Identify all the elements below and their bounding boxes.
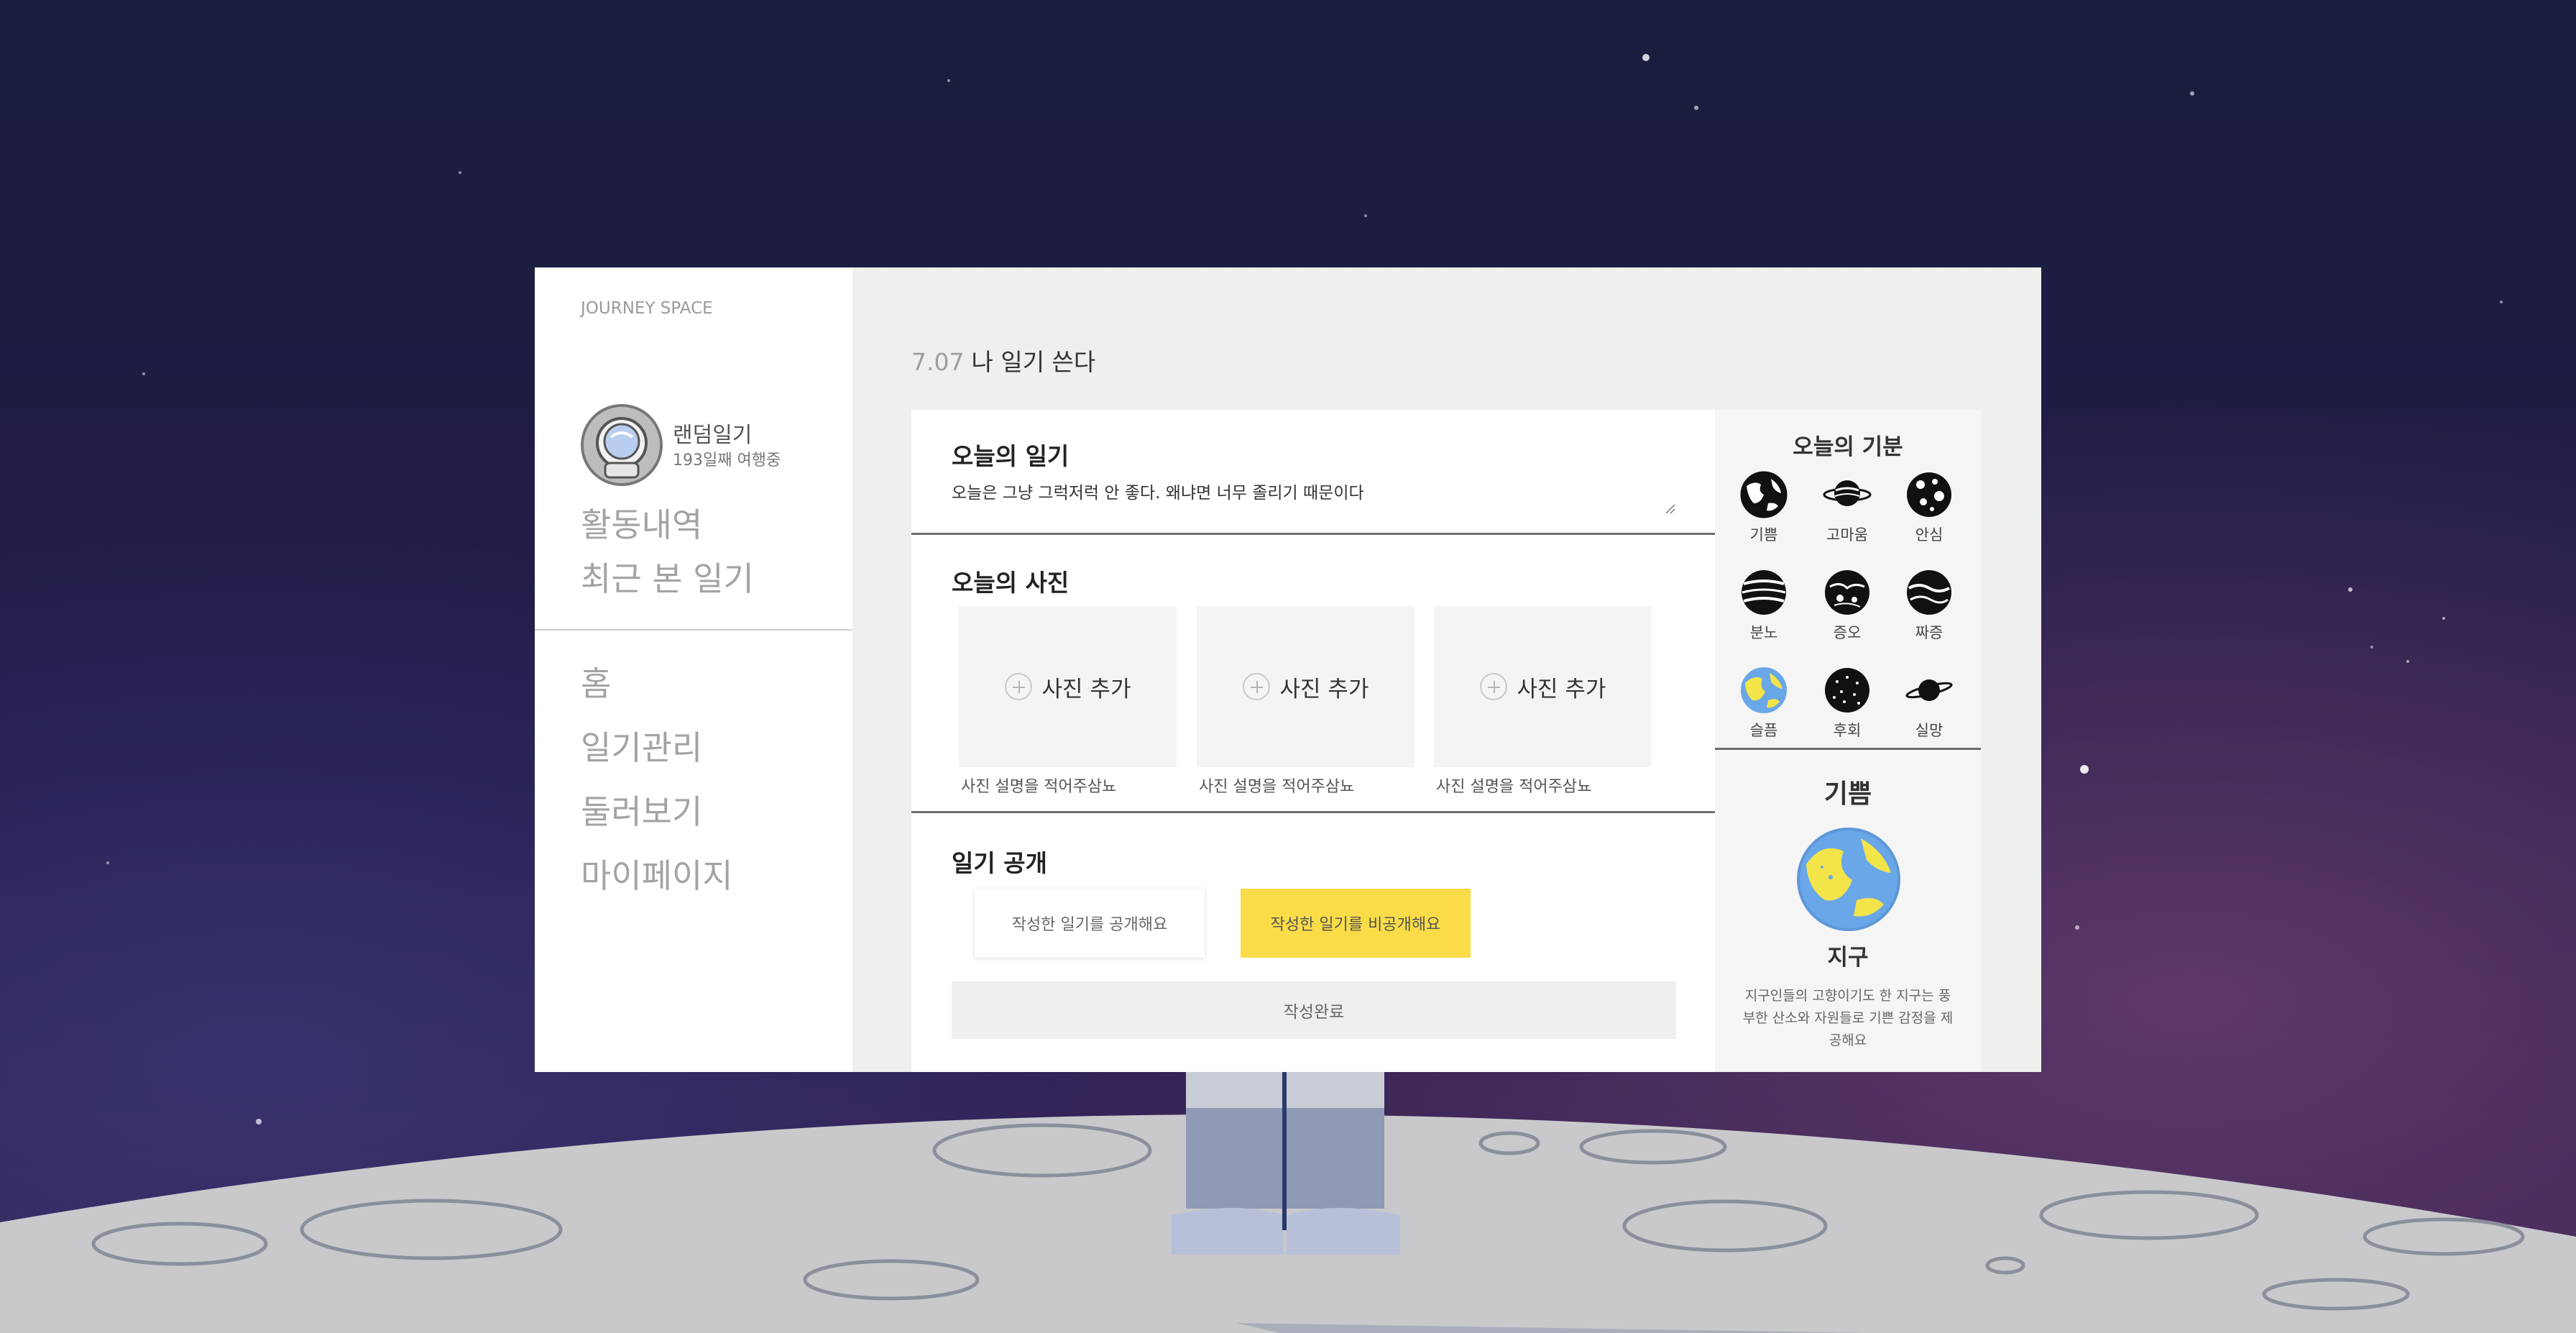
photo-section-title: 오늘의 사진: [952, 569, 1070, 597]
mood-label: 안심: [1915, 526, 1944, 544]
astronaut-legs: [1172, 1072, 1400, 1255]
photo-caption-input[interactable]: 사진 설명을 적어주삼뇨: [1436, 774, 1591, 797]
diary-textarea[interactable]: 오늘은 그냥 그럭저럭 안 좋다. 왜냐면 너무 졸리기 때문이다: [952, 479, 1678, 522]
photo-caption-input[interactable]: 사진 설명을 적어주삼뇨: [1199, 774, 1354, 797]
visibility-section-title: 일기 공개: [952, 849, 1047, 877]
diary-editor: 오늘의 일기 오늘은 그냥 그럭저럭 안 좋다. 왜냐면 너무 졸리기 때문이다…: [911, 410, 1715, 1072]
mood-label: 실망: [1915, 722, 1944, 739]
planet-saturn-icon: [1905, 679, 1953, 701]
photo-add-label: 사진 추가: [1041, 676, 1131, 702]
resize-grip-icon[interactable]: [1665, 503, 1676, 515]
mood-anger[interactable]: 분노: [1728, 568, 1800, 647]
plus-icon: [1242, 673, 1270, 700]
plus-icon: [1479, 673, 1507, 700]
mood-panel: 오늘의 기분 기쁨 고마움 안심 분노 증오 짜증 슬픔 후회 실망 기쁨 지구…: [1715, 410, 1981, 1072]
photo-caption-input[interactable]: 사진 설명을 적어주삼뇨: [961, 774, 1116, 797]
photo-add-label: 사진 추가: [1279, 676, 1369, 702]
sidebar-item-mypage[interactable]: 마이페이지: [581, 850, 733, 897]
planet-earth-large-icon: [1797, 828, 1900, 931]
planet-striped-icon: [1742, 570, 1786, 615]
selected-planet-name: 지구: [1827, 945, 1869, 971]
sidebar-item-diary-manage[interactable]: 일기관리: [581, 722, 702, 769]
mood-label: 후회: [1833, 722, 1862, 739]
selected-planet-description: 지구인들의 고향이기도 한 지구는 풍부한 산소와 자원들로 기쁜 감정을 제공…: [1742, 988, 1954, 1048]
sidebar: JOURNEY SPACE 랜덤일기 193일째 여행중 활동내역 최근 본 일…: [535, 267, 852, 1072]
mood-label: 고마움: [1826, 526, 1868, 544]
avatar[interactable]: [581, 404, 663, 486]
mood-sadness[interactable]: 슬픔: [1728, 666, 1800, 745]
sidebar-item-activity[interactable]: 활동내역: [581, 499, 702, 546]
page-date: 7.07: [911, 348, 965, 376]
profile-name: 랜덤일기: [673, 423, 753, 448]
mood-label: 짜증: [1915, 624, 1944, 641]
section-divider: [911, 811, 1715, 813]
private-button[interactable]: 작성한 일기를 비공개해요: [1241, 889, 1471, 958]
mood-label: 슬픔: [1749, 722, 1778, 739]
profile-days: 193일째 여행중: [673, 452, 781, 469]
photo-add-button[interactable]: 사진 추가: [959, 606, 1177, 767]
sidebar-item-home[interactable]: 홈: [581, 658, 611, 705]
mood-hatred[interactable]: 증오: [1811, 568, 1883, 647]
app-window: JOURNEY SPACE 랜덤일기 193일째 여행중 활동내역 최근 본 일…: [535, 267, 2041, 1072]
sidebar-divider: [535, 629, 852, 631]
planet-wavy-icon: [1907, 570, 1951, 615]
public-button[interactable]: 작성한 일기를 공개해요: [975, 889, 1205, 958]
mood-label: 기쁨: [1749, 526, 1778, 544]
page-title: 7.07 나 일기 쓴다: [911, 343, 1095, 377]
mood-disappointment[interactable]: 실망: [1893, 666, 1965, 745]
mood-title: 오늘의 기분: [1793, 434, 1903, 460]
mood-relief[interactable]: 안심: [1893, 470, 1965, 549]
photo-add-button[interactable]: 사진 추가: [1434, 606, 1652, 767]
photo-add-label: 사진 추가: [1517, 676, 1606, 702]
brand-logo[interactable]: JOURNEY SPACE: [581, 299, 713, 318]
planet-ringed-icon: [1823, 480, 1872, 506]
submit-button[interactable]: 작성완료: [952, 981, 1676, 1039]
astronaut-helmet-icon: [584, 407, 660, 483]
mood-regret[interactable]: 후회: [1811, 666, 1883, 745]
diary-section-title: 오늘의 일기: [952, 442, 1070, 470]
mood-joy[interactable]: 기쁨: [1728, 470, 1800, 549]
planet-earth-icon: [1740, 471, 1788, 518]
mood-irritation[interactable]: 짜증: [1893, 568, 1965, 647]
page-title-text: 나 일기 쓴다: [971, 348, 1096, 376]
selected-emotion-title: 기쁨: [1823, 779, 1872, 809]
mood-label: 분노: [1749, 624, 1778, 641]
mood-label: 증오: [1833, 624, 1862, 641]
planet-earth-color-icon: [1741, 667, 1787, 713]
sidebar-item-explore[interactable]: 둘러보기: [581, 786, 702, 833]
planet-cratered-icon: [1825, 570, 1869, 615]
planet-dotted-icon: [1825, 668, 1869, 713]
section-divider: [911, 533, 1715, 535]
planet-spotted-icon: [1907, 472, 1951, 517]
sidebar-item-recent[interactable]: 최근 본 일기: [581, 553, 754, 600]
mood-divider: [1715, 748, 1981, 750]
photo-add-button[interactable]: 사진 추가: [1197, 606, 1414, 767]
plus-icon: [1004, 673, 1032, 700]
mood-gratitude[interactable]: 고마움: [1811, 470, 1883, 549]
